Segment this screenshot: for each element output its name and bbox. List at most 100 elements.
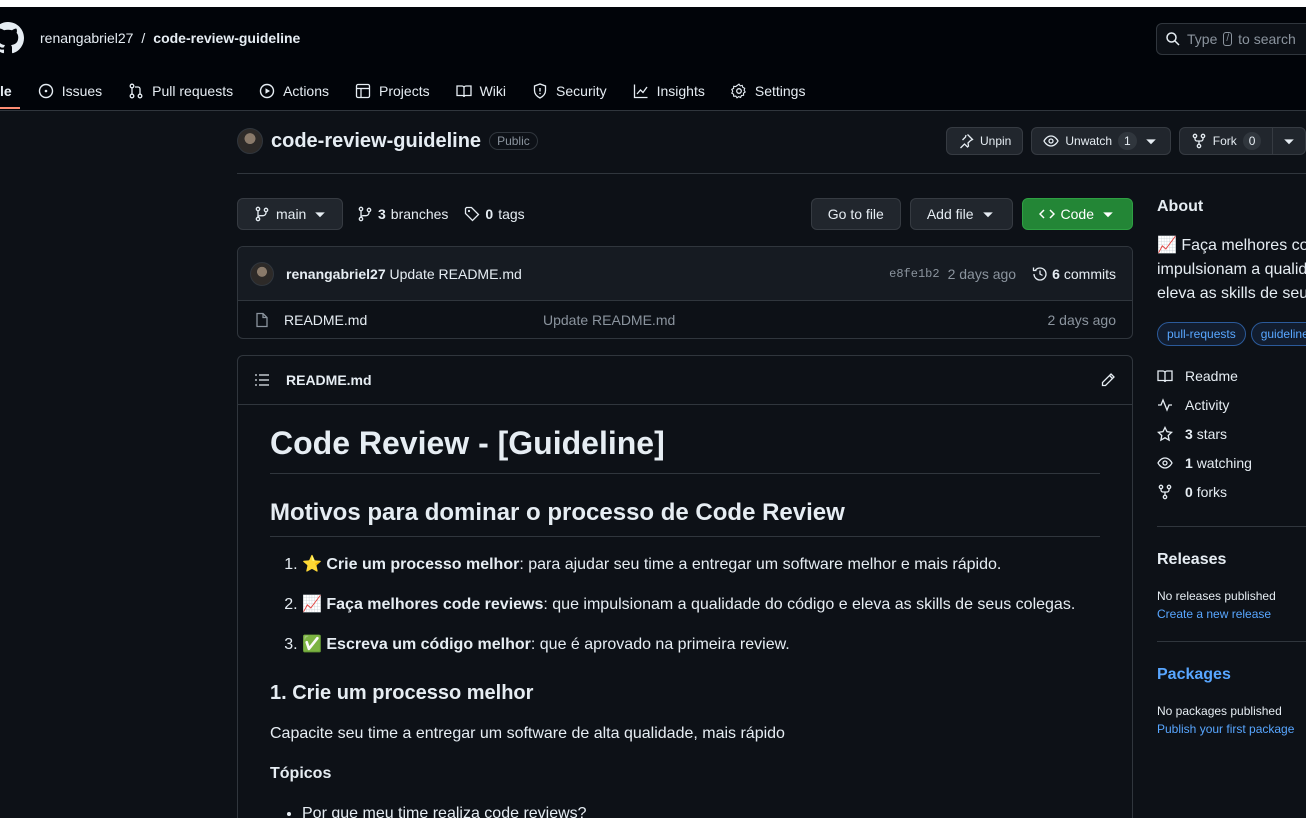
branches-link[interactable]: 3 branches	[357, 206, 448, 222]
about-sidebar: About 📈 Faça melhores co impulsionam a q…	[1157, 198, 1306, 736]
repo-stats: Readme Activity 3 stars 1 watching 0 for…	[1157, 361, 1306, 506]
fork-button[interactable]: Fork 0	[1178, 127, 1274, 155]
play-icon	[259, 83, 275, 99]
pencil-icon[interactable]	[1100, 372, 1116, 388]
commit-sha[interactable]: e8fe1b2	[889, 267, 939, 281]
eye-icon	[1043, 133, 1060, 149]
readme-header: README.md	[238, 356, 1132, 405]
list-icon[interactable]	[254, 372, 270, 388]
file-navigation: main 3 branches 0 tags Go to file Add fi…	[237, 198, 1133, 230]
publish-package-link[interactable]: Publish your first package	[1157, 722, 1306, 736]
divider	[1157, 641, 1306, 642]
go-to-file-button[interactable]: Go to file	[810, 198, 901, 230]
fork-dropdown-button[interactable]	[1273, 127, 1306, 155]
owner-avatar[interactable]	[237, 128, 263, 154]
activity-label: Activity	[1185, 396, 1230, 413]
history-icon	[1032, 266, 1048, 282]
check-emoji: ✅	[302, 636, 322, 653]
topic-tag[interactable]: pull-requests	[1157, 322, 1246, 346]
list-item: 📈 Faça melhores code reviews: que impuls…	[302, 593, 1100, 617]
file-icon	[254, 312, 270, 328]
divider	[1157, 526, 1306, 527]
tab-projects[interactable]: Projects	[342, 75, 443, 107]
tab-label: Security	[556, 83, 607, 99]
releases-heading[interactable]: Releases	[1157, 551, 1306, 569]
code-button[interactable]: Code	[1021, 198, 1133, 230]
branch-name: main	[276, 206, 307, 222]
watching-link[interactable]: 1 watching	[1157, 448, 1306, 477]
no-packages-text: No packages published	[1157, 704, 1282, 718]
chevron-down-icon	[1100, 206, 1116, 222]
readme-filename[interactable]: README.md	[286, 372, 372, 388]
tab-insights[interactable]: Insights	[620, 75, 718, 107]
branches-count: 3	[378, 206, 386, 222]
topic-tag[interactable]: guideline	[1250, 322, 1306, 346]
file-listing: renangabriel27 Update README.md e8fe1b2 …	[237, 246, 1133, 339]
branch-select-button[interactable]: main	[237, 198, 344, 230]
forks-link[interactable]: 0 forks	[1157, 477, 1306, 506]
commit-message[interactable]: Update README.md	[390, 266, 522, 282]
tab-actions[interactable]: Actions	[246, 75, 342, 107]
about-heading: About	[1157, 198, 1204, 215]
tab-label: Issues	[61, 83, 103, 99]
add-file-button[interactable]: Add file	[909, 198, 1013, 230]
readme-link[interactable]: Readme	[1157, 361, 1306, 390]
github-logo-icon[interactable]	[0, 22, 24, 54]
repo-link[interactable]: code-review-guideline	[153, 30, 300, 46]
packages-heading[interactable]: Packages	[1157, 666, 1306, 684]
eye-icon	[1157, 455, 1173, 471]
readme-paragraph: Capacite seu time a entregar um software…	[270, 725, 785, 742]
tab-issues[interactable]: Issues	[25, 75, 115, 107]
breadcrumb-separator: /	[141, 30, 146, 46]
repo-actions: Unpin Unwatch 1 Fork 0	[946, 127, 1306, 155]
chart-emoji: 📈	[302, 596, 322, 613]
branches-label: branches	[390, 206, 449, 222]
table-row[interactable]: README.md Update README.md 2 days ago	[238, 301, 1132, 338]
search-icon	[1165, 31, 1181, 47]
create-release-link[interactable]: Create a new release	[1157, 607, 1306, 621]
file-name[interactable]: README.md	[284, 312, 367, 328]
star-icon	[1157, 425, 1173, 442]
commit-author[interactable]: renangabriel27	[286, 266, 386, 282]
pin-icon	[958, 133, 974, 149]
unwatch-label: Unwatch	[1065, 134, 1113, 148]
readme-panel: README.md Code Review - [Guideline] Moti…	[237, 355, 1133, 818]
unpin-label: Unpin	[980, 134, 1012, 148]
no-releases-text: No releases published	[1157, 589, 1276, 603]
tab-pull-requests[interactable]: Pull requests	[115, 75, 246, 107]
breadcrumb: renangabriel27 / code-review-guideline	[40, 30, 300, 46]
owner-link[interactable]: renangabriel27	[40, 30, 133, 46]
stars-link[interactable]: 3 stars	[1157, 419, 1306, 448]
repo-header: renangabriel27 / code-review-guideline T…	[0, 7, 1306, 111]
repo-title[interactable]: code-review-guideline	[271, 130, 481, 153]
chevron-down-icon	[1143, 133, 1159, 149]
tags-link[interactable]: 0 tags	[464, 206, 525, 222]
tab-wiki[interactable]: Wiki	[443, 75, 519, 107]
unwatch-button[interactable]: Unwatch 1	[1031, 127, 1171, 155]
tab-label: Pull requests	[152, 83, 234, 99]
commit-meta: e8fe1b2 2 days ago 6 commits	[889, 266, 1116, 282]
list-item[interactable]: Por que meu time realiza code reviews?	[302, 802, 1100, 818]
fork-label: Fork	[1212, 134, 1237, 148]
tags-count: 0	[485, 206, 494, 222]
item-text: : para ajudar seu time a entregar um sof…	[519, 556, 1002, 573]
about-line: eleva as skills de seu	[1157, 285, 1306, 302]
tags-label: tags	[498, 206, 525, 222]
readme-section-heading: Motivos para dominar o processo de Code …	[270, 498, 1100, 537]
about-line: 📈 Faça melhores co	[1157, 237, 1306, 254]
tab-code[interactable]: le	[0, 75, 25, 107]
file-commit-message[interactable]: Update README.md	[543, 312, 675, 328]
watching-count: 1	[1185, 454, 1193, 471]
tab-settings[interactable]: Settings	[718, 75, 819, 107]
browser-top-edge	[0, 0, 1306, 7]
file-date: 2 days ago	[1047, 312, 1117, 328]
tab-security[interactable]: Security	[519, 75, 620, 107]
stars-count: 3	[1185, 425, 1193, 442]
author-avatar[interactable]	[250, 261, 274, 286]
tag-icon	[464, 206, 480, 222]
search-input[interactable]: Type / to search	[1156, 23, 1306, 55]
commits-link[interactable]: 6 commits	[1032, 266, 1116, 282]
unpin-button[interactable]: Unpin	[946, 127, 1024, 155]
issues-icon	[38, 83, 54, 99]
activity-link[interactable]: Activity	[1157, 390, 1306, 419]
